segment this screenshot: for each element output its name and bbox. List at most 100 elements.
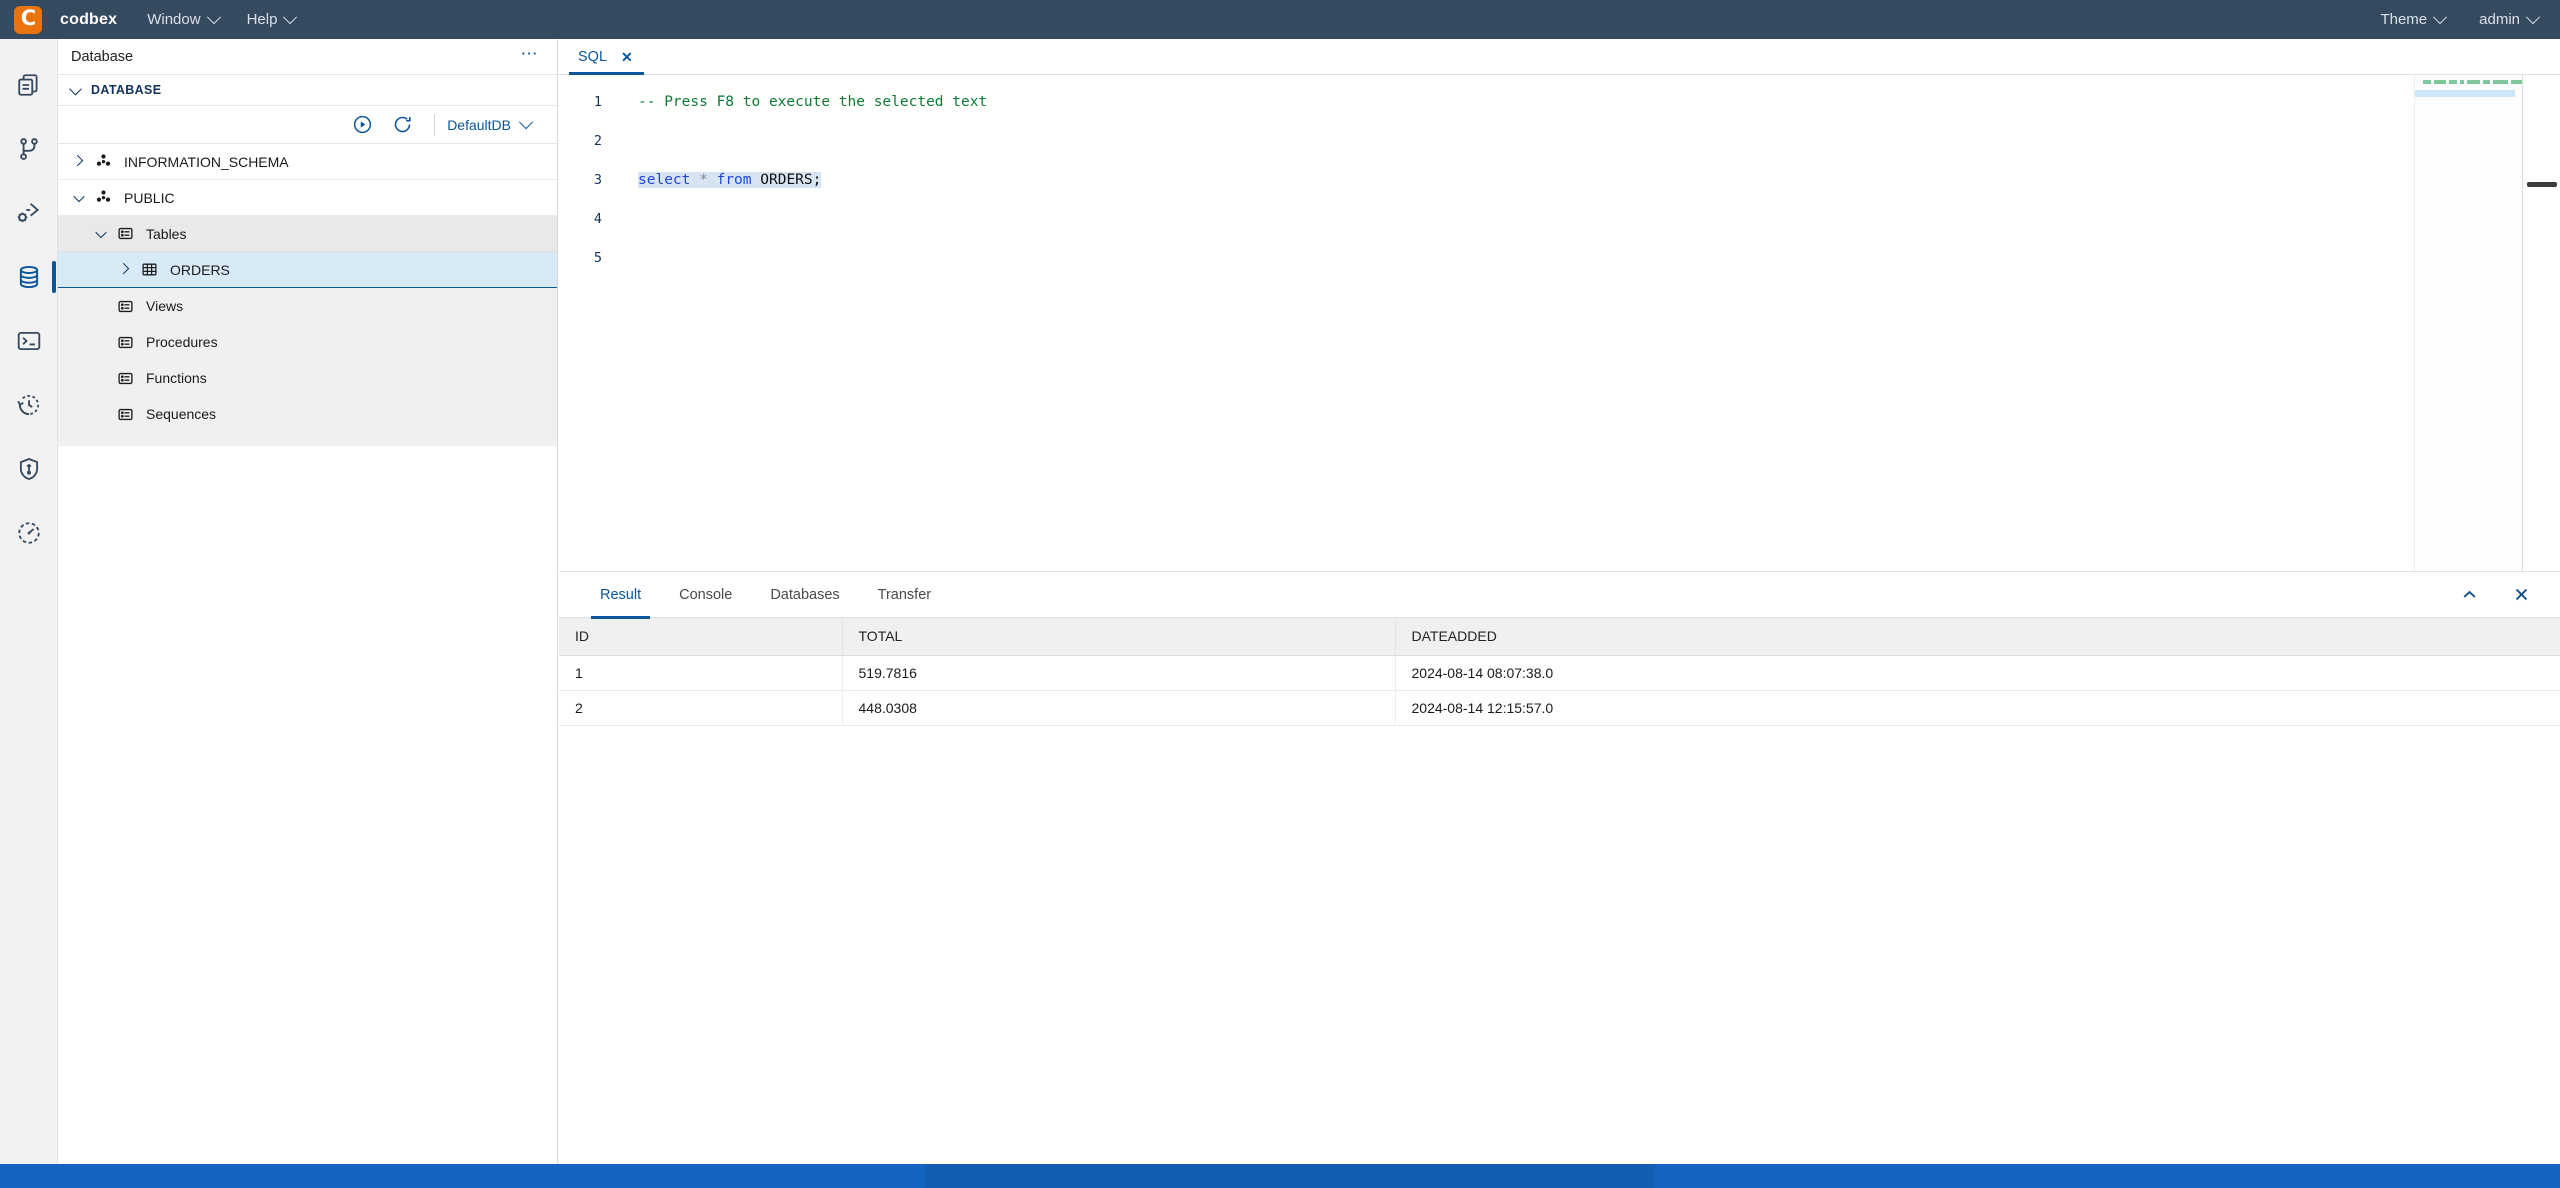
chevron-up-icon bbox=[2463, 590, 2475, 598]
editor-scrollbar[interactable] bbox=[2522, 75, 2560, 571]
result-tab-transfer[interactable]: Transfer bbox=[859, 572, 950, 618]
tree-item-public[interactable]: PUBLIC bbox=[58, 180, 557, 216]
terminal-icon bbox=[17, 331, 40, 351]
column-header-dateadded[interactable]: DATEADDED bbox=[1395, 618, 2560, 656]
activity-item-debug[interactable] bbox=[0, 181, 58, 245]
tree-item-procedures[interactable]: Procedures bbox=[58, 324, 557, 360]
editor-tab-sql[interactable]: SQL ✕ bbox=[559, 39, 654, 75]
chevron-down-icon bbox=[283, 9, 298, 24]
folder-list-icon bbox=[112, 334, 138, 351]
code-lines: 1 -- Press F8 to execute the selected te… bbox=[559, 75, 2560, 278]
table-row[interactable]: 1 519.7816 2024-08-14 08:07:38.0 bbox=[559, 655, 2560, 691]
chevron-down-icon bbox=[2433, 9, 2448, 24]
close-icon[interactable]: ✕ bbox=[621, 50, 633, 64]
twisty[interactable] bbox=[90, 226, 112, 238]
code-text-comment: -- Press F8 to execute the selected text bbox=[638, 94, 988, 110]
database-section-label: DATABASE bbox=[91, 83, 162, 97]
activity-item-git[interactable] bbox=[0, 117, 58, 181]
activity-item-database[interactable] bbox=[0, 245, 58, 309]
editor-tab-bar: SQL ✕ bbox=[559, 39, 2560, 75]
sql-keyword-from: from bbox=[716, 172, 752, 188]
tree-item-orders[interactable]: ORDERS bbox=[58, 252, 557, 288]
database-toolbar: DefaultDB bbox=[58, 106, 557, 144]
code-line-3: 3 select * from ORDERS; bbox=[559, 161, 2560, 200]
status-bar bbox=[0, 1164, 2560, 1188]
cell-id: 1 bbox=[559, 655, 843, 691]
schema-icon bbox=[90, 189, 116, 206]
refresh-button[interactable] bbox=[382, 110, 422, 140]
twisty[interactable] bbox=[68, 190, 90, 202]
cell-dateadded: 2024-08-14 08:07:38.0 bbox=[1395, 655, 2560, 691]
menu-theme[interactable]: Theme bbox=[2380, 9, 2448, 28]
menu-window[interactable]: Window bbox=[147, 9, 221, 28]
activity-item-terminal[interactable] bbox=[0, 309, 58, 373]
gauge-icon bbox=[17, 522, 40, 544]
side-panel-header: Database ⋯ bbox=[58, 39, 557, 75]
activity-item-security[interactable] bbox=[0, 437, 58, 501]
close-icon bbox=[2515, 588, 2527, 601]
editor-scrollbar-thumb[interactable] bbox=[2527, 182, 2557, 187]
code-line-5: 5 bbox=[559, 239, 2560, 278]
sql-keyword-select: select bbox=[638, 172, 691, 188]
sql-space bbox=[708, 172, 717, 188]
sql-editor[interactable]: 1 -- Press F8 to execute the selected te… bbox=[559, 75, 2560, 572]
sql-space-2 bbox=[752, 172, 761, 188]
code-line-4: 4 bbox=[559, 200, 2560, 239]
editor-tab-label: SQL bbox=[578, 48, 608, 65]
column-header-id[interactable]: ID bbox=[559, 618, 843, 656]
editor-minimap[interactable] bbox=[2414, 75, 2523, 571]
result-tab-result[interactable]: Result bbox=[581, 572, 660, 619]
tree-item-information-schema[interactable]: INFORMATION_SCHEMA bbox=[58, 144, 557, 180]
sql-star bbox=[690, 172, 699, 188]
result-tab-databases[interactable]: Databases bbox=[751, 572, 858, 618]
schema-icon bbox=[90, 153, 116, 170]
twisty[interactable] bbox=[114, 262, 136, 274]
schema-icon-glyph bbox=[96, 154, 110, 166]
chevron-down-icon bbox=[206, 9, 221, 24]
tree-item-functions[interactable]: Functions bbox=[58, 360, 557, 396]
table-row[interactable]: 2 448.0308 2024-08-14 12:15:57.0 bbox=[559, 690, 2560, 726]
history-clock-icon bbox=[16, 394, 39, 416]
result-tab-label: Databases bbox=[770, 586, 840, 603]
code-line-1: 1 -- Press F8 to execute the selected te… bbox=[559, 83, 2560, 122]
folder-list-icon bbox=[112, 298, 138, 315]
folder-list-icon-glyph bbox=[117, 300, 133, 312]
run-query-button[interactable] bbox=[342, 110, 382, 140]
collapse-panel-button[interactable] bbox=[2458, 584, 2480, 606]
menu-user-admin[interactable]: admin bbox=[2479, 9, 2541, 28]
app-logo[interactable]: C bbox=[14, 5, 42, 34]
ellipsis-icon[interactable]: ⋯ bbox=[521, 45, 540, 62]
datasource-select[interactable]: DefaultDB bbox=[447, 114, 534, 133]
code-line-2: 2 bbox=[559, 122, 2560, 161]
menu-help[interactable]: Help bbox=[247, 9, 298, 28]
chevron-right-icon bbox=[117, 262, 130, 274]
activity-item-history[interactable] bbox=[0, 373, 58, 437]
cell-total: 519.7816 bbox=[842, 655, 1396, 691]
tree-item-label: Procedures bbox=[146, 334, 218, 350]
refresh-icon bbox=[394, 116, 411, 133]
table-grid-icon-glyph bbox=[141, 263, 157, 276]
result-tab-console[interactable]: Console bbox=[660, 572, 751, 618]
chevron-down-icon bbox=[95, 226, 107, 238]
close-panel-button[interactable] bbox=[2510, 584, 2532, 606]
activity-item-monitoring[interactable] bbox=[0, 501, 58, 565]
tree-item-tables[interactable]: Tables bbox=[58, 216, 557, 252]
tree-item-sequences[interactable]: Sequences bbox=[58, 396, 557, 432]
play-circle-icon bbox=[353, 115, 371, 134]
database-section-header[interactable]: DATABASE bbox=[58, 75, 557, 106]
twisty[interactable] bbox=[68, 154, 90, 166]
chevron-down-icon bbox=[69, 82, 82, 95]
top-menu-bar: C codbex Window Help Theme admin bbox=[0, 0, 2560, 39]
activity-item-files[interactable] bbox=[0, 53, 58, 117]
column-header-total[interactable]: TOTAL bbox=[842, 618, 1396, 656]
tree-item-label: Sequences bbox=[146, 406, 217, 422]
editor-area: SQL ✕ 1 -- Press F8 to execute the selec… bbox=[559, 39, 2560, 1164]
line-number: 3 bbox=[593, 172, 602, 188]
debug-run-icon bbox=[17, 203, 39, 223]
result-tab-bar: Result Console Databases Transfer bbox=[559, 572, 2560, 619]
line-number: 4 bbox=[593, 211, 602, 227]
database-tree: INFORMATION_SCHEMA PUBLIC Tables ORDERS … bbox=[58, 144, 557, 446]
tree-item-views[interactable]: Views bbox=[58, 288, 557, 324]
database-side-panel: Database ⋯ DATABASE DefaultDB INFORMATIO… bbox=[58, 39, 558, 1164]
folder-list-icon bbox=[112, 370, 138, 387]
